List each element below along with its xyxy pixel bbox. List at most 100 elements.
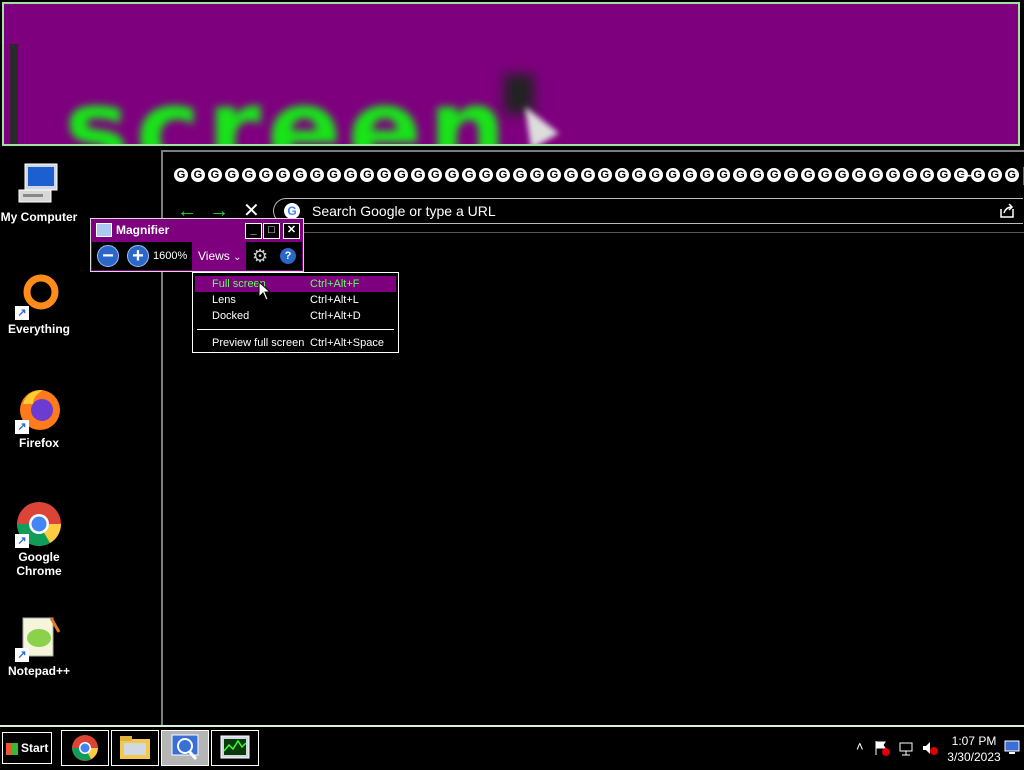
taskbar-task-manager-button[interactable] (211, 730, 259, 766)
browser-tab[interactable]: G (783, 167, 800, 183)
minimize-button[interactable]: _ (245, 223, 262, 239)
browser-tab[interactable]: G (342, 167, 359, 183)
maximize-button[interactable]: □ (263, 223, 280, 239)
taskbar-chrome-button[interactable] (61, 730, 109, 766)
browser-tab[interactable]: G (1003, 167, 1020, 183)
task-manager-icon (220, 735, 250, 759)
browser-tab[interactable]: G (698, 167, 715, 183)
desktop-icon-google-chrome[interactable]: ↗ Google Chrome (0, 500, 78, 578)
menu-item-shortcut: Ctrl+Alt+L (310, 294, 359, 306)
start-label: Start (21, 741, 49, 755)
desktop-icon-everything[interactable]: ↗ Everything (0, 272, 78, 336)
browser-tab[interactable]: G (274, 167, 291, 183)
clock-time: 1:07 PM (951, 734, 997, 748)
browser-tab[interactable]: G (901, 167, 918, 183)
gear-icon[interactable]: ⚙ (252, 247, 270, 265)
menu-item-docked[interactable]: Docked Ctrl+Alt+D (195, 308, 396, 324)
browser-tab[interactable]: G (444, 167, 461, 183)
browser-tab[interactable]: G (495, 167, 512, 183)
browser-tab[interactable]: G (393, 167, 410, 183)
taskbar-explorer-button[interactable] (111, 730, 159, 766)
browser-tab[interactable]: G (868, 167, 885, 183)
browser-tab[interactable]: G (834, 167, 851, 183)
browser-tab[interactable]: G (613, 167, 630, 183)
browser-tab[interactable]: G (969, 167, 986, 183)
browser-tab[interactable]: G (478, 167, 495, 183)
windows-logo-icon (6, 742, 18, 755)
browser-tab[interactable]: G (257, 167, 274, 183)
browser-tab[interactable]: G (325, 167, 342, 183)
browser-tab[interactable]: G (935, 167, 952, 183)
new-tab-button[interactable]: + (959, 165, 972, 187)
browser-tab[interactable]: G (189, 167, 206, 183)
browser-tab[interactable]: G (766, 167, 783, 183)
browser-tab[interactable]: G (715, 167, 732, 183)
shortcut-arrow-icon: ↗ (15, 306, 29, 320)
omnibox[interactable]: G Search Google or type a URL (273, 198, 1023, 224)
magnified-text: screen (64, 65, 513, 146)
action-center-flag-icon[interactable] (874, 740, 890, 756)
chrome-icon (72, 735, 98, 761)
browser-tab[interactable]: G (732, 167, 749, 183)
browser-tab[interactable]: G (461, 167, 478, 183)
menu-item-lens[interactable]: Lens Ctrl+Alt+L (195, 292, 396, 308)
browser-tab[interactable]: G (562, 167, 579, 183)
computer-icon (15, 160, 63, 208)
menu-item-shortcut: Ctrl+Alt+F (310, 278, 360, 290)
zoom-out-button[interactable]: − (97, 245, 119, 267)
taskbar-clock[interactable]: 1:07 PM 3/30/2023 (944, 733, 1004, 765)
browser-tab[interactable]: G (918, 167, 935, 183)
menu-item-label: Lens (212, 294, 236, 306)
browser-tab[interactable]: G (647, 167, 664, 183)
browser-tab[interactable]: G (223, 167, 240, 183)
start-button[interactable]: Start (2, 732, 52, 764)
desktop-icon-my-computer[interactable]: My Computer (0, 160, 78, 224)
help-icon[interactable]: ? (280, 248, 296, 264)
browser-tab[interactable]: G (664, 167, 681, 183)
browser-tab[interactable]: G (410, 167, 427, 183)
show-hidden-icons-chevron[interactable]: ˄ (856, 739, 864, 754)
browser-tab[interactable]: G (851, 167, 868, 183)
browser-tab[interactable]: G (579, 167, 596, 183)
browser-tab[interactable]: G (376, 167, 393, 183)
browser-tab[interactable]: G (885, 167, 901, 183)
google-icon: G (284, 203, 300, 219)
browser-tab[interactable]: G (817, 167, 834, 183)
taskbar-magnifier-button[interactable] (161, 730, 209, 766)
share-icon[interactable] (999, 203, 1015, 219)
browser-tab[interactable]: G (308, 167, 325, 183)
magnified-window-edge (10, 44, 18, 144)
browser-tab[interactable]: G (596, 167, 613, 183)
browser-tab[interactable]: G (800, 167, 817, 183)
browser-tab[interactable]: G (986, 167, 1003, 183)
browser-tab[interactable]: G (512, 167, 529, 183)
browser-tab[interactable]: G (545, 167, 562, 183)
show-desktop-icon[interactable] (1004, 739, 1020, 755)
browser-tab[interactable]: G (749, 167, 766, 183)
browser-tab[interactable]: G (630, 167, 647, 183)
close-button[interactable]: ✕ (283, 223, 300, 239)
notepad-plus-plus-icon: ↗ (15, 614, 63, 662)
menu-item-full-screen[interactable]: Full screen Ctrl+Alt+F (195, 276, 396, 292)
browser-tab[interactable]: G (681, 167, 698, 183)
browser-tab[interactable]: G (206, 167, 223, 183)
magnifier-titlebar[interactable]: Magnifier _ □ ✕ (91, 219, 303, 241)
browser-tab[interactable]: G (529, 167, 545, 183)
network-icon[interactable] (898, 740, 914, 756)
desktop-icon-firefox[interactable]: ↗ Firefox (0, 386, 78, 450)
browser-tab[interactable]: G (427, 167, 444, 183)
menu-item-preview-full-screen[interactable]: Preview full screen Ctrl+Alt+Space (195, 335, 396, 351)
browser-tab[interactable]: G (291, 167, 308, 183)
zoom-in-button[interactable]: + (127, 245, 149, 267)
volume-muted-icon[interactable] (922, 740, 938, 756)
desktop-icon-notepad-plus-plus[interactable]: ↗ Notepad++ (0, 614, 78, 678)
browser-tab[interactable]: G (359, 167, 376, 183)
folder-icon (120, 736, 150, 759)
views-dropdown-button[interactable]: Views ⌄ (192, 242, 246, 270)
shortcut-arrow-icon: ↗ (15, 648, 29, 662)
browser-tab[interactable]: G (173, 167, 189, 183)
browser-tab[interactable]: G (240, 167, 257, 183)
magnifier-window: Magnifier _ □ ✕ − + 1600% Views ⌄ ⚙ ? (90, 218, 304, 272)
magnifier-toolbar: − + 1600% Views ⌄ ⚙ ? (92, 242, 302, 270)
views-label: Views (198, 249, 230, 263)
